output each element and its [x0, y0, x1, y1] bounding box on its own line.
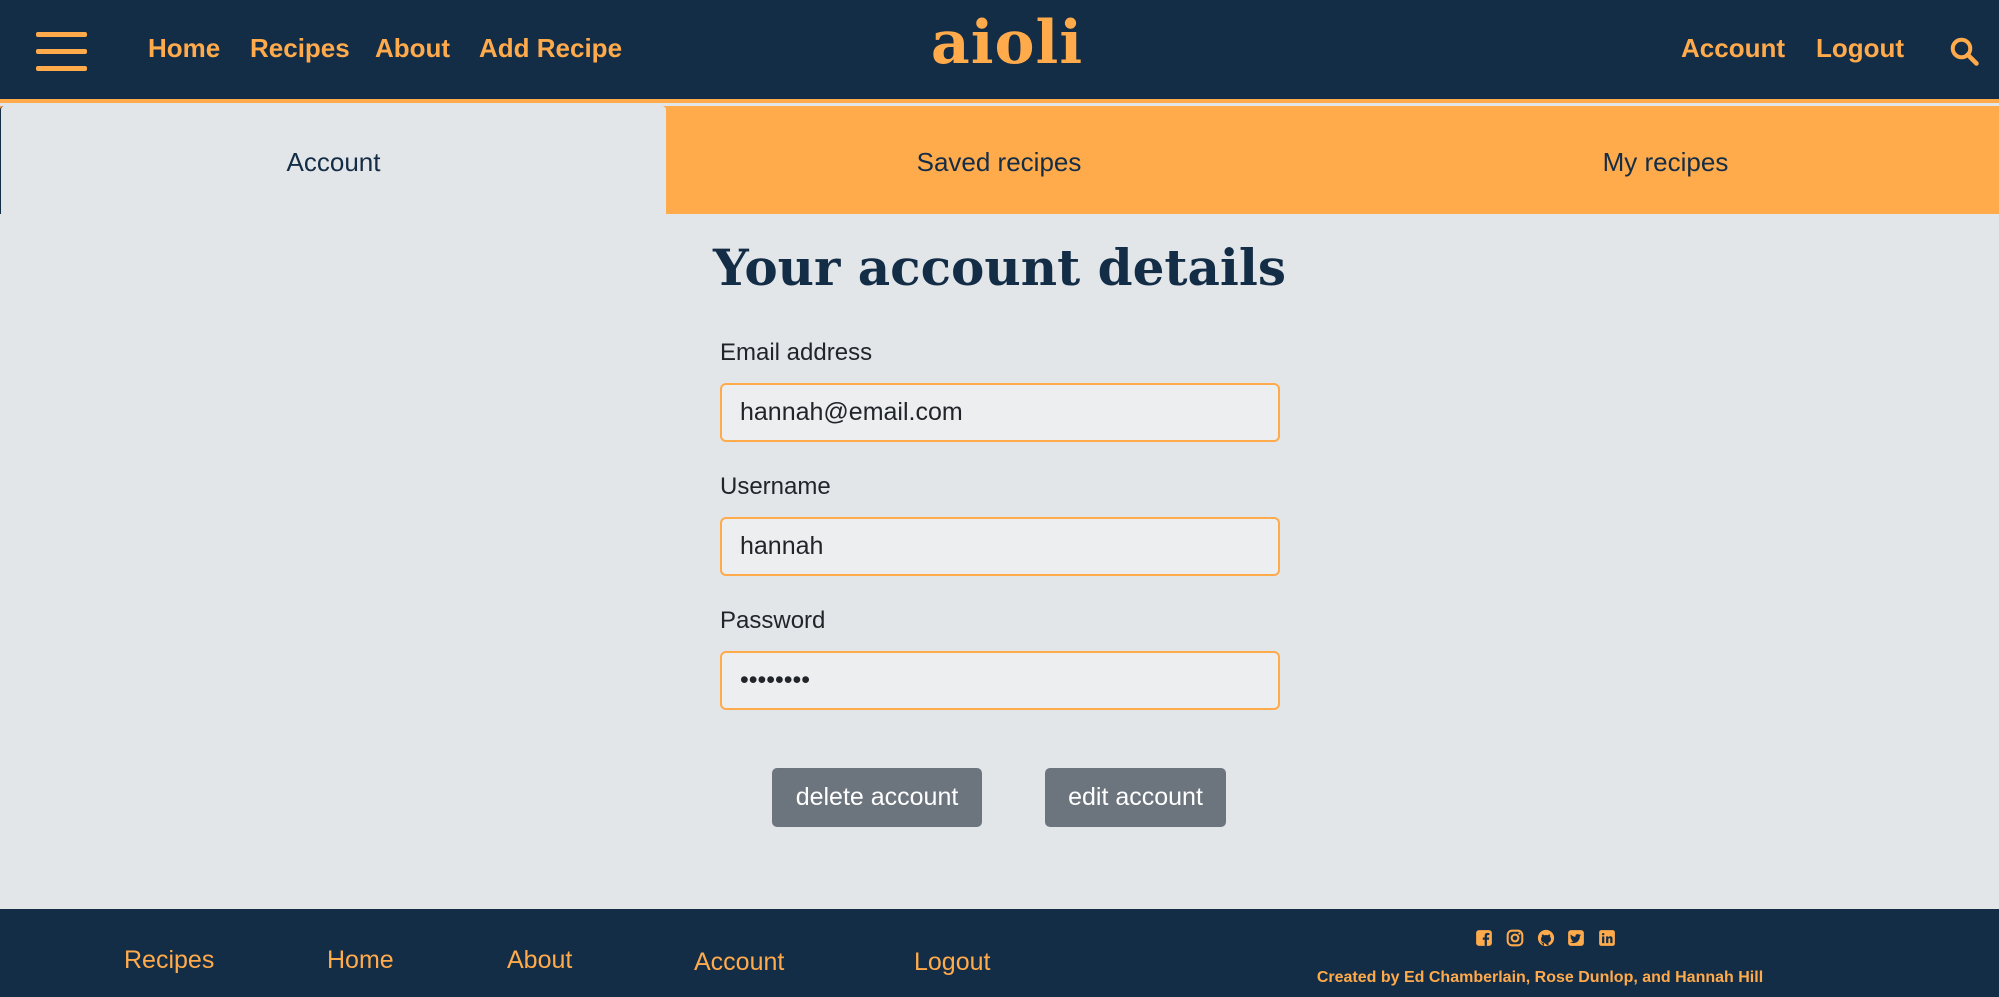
username-field[interactable]	[720, 517, 1280, 576]
delete-account-button[interactable]: delete account	[772, 768, 982, 827]
footer-link-recipes[interactable]: Recipes	[124, 946, 214, 975]
footer-link-logout[interactable]: Logout	[914, 948, 990, 977]
edit-account-button[interactable]: edit account	[1045, 768, 1226, 827]
tab-saved-recipes[interactable]: Saved recipes	[666, 106, 1332, 214]
top-navbar: Home Recipes About Add Recipe aioli Acco…	[0, 0, 1999, 103]
footer-link-home[interactable]: Home	[327, 946, 394, 975]
password-label: Password	[720, 607, 826, 634]
footer-credit: Created by Ed Chamberlain, Rose Dunlop, …	[1316, 969, 1764, 986]
footer-link-about[interactable]: About	[507, 946, 572, 975]
email-label: Email address	[720, 339, 873, 366]
password-field[interactable]	[720, 651, 1280, 710]
username-label: Username	[720, 473, 831, 500]
tab-my-recipes[interactable]: My recipes	[1332, 106, 1999, 214]
footer-link-account[interactable]: Account	[694, 948, 784, 977]
facebook-icon[interactable]	[1475, 929, 1493, 947]
search-icon[interactable]	[1949, 36, 1979, 66]
page-title: Your account details	[712, 238, 1287, 297]
twitter-icon[interactable]	[1567, 929, 1585, 947]
github-icon[interactable]	[1537, 929, 1555, 947]
footer: Recipes Home About Account Logout Create…	[0, 909, 1999, 997]
instagram-icon[interactable]	[1506, 929, 1524, 947]
email-field[interactable]	[720, 383, 1280, 442]
nav-link-logout[interactable]: Logout	[1816, 33, 1904, 64]
linkedin-icon[interactable]	[1598, 929, 1616, 947]
nav-link-account[interactable]: Account	[1681, 33, 1785, 64]
account-tabs: Account Saved recipes My recipes	[0, 106, 1999, 214]
tab-account[interactable]: Account	[0, 106, 666, 214]
